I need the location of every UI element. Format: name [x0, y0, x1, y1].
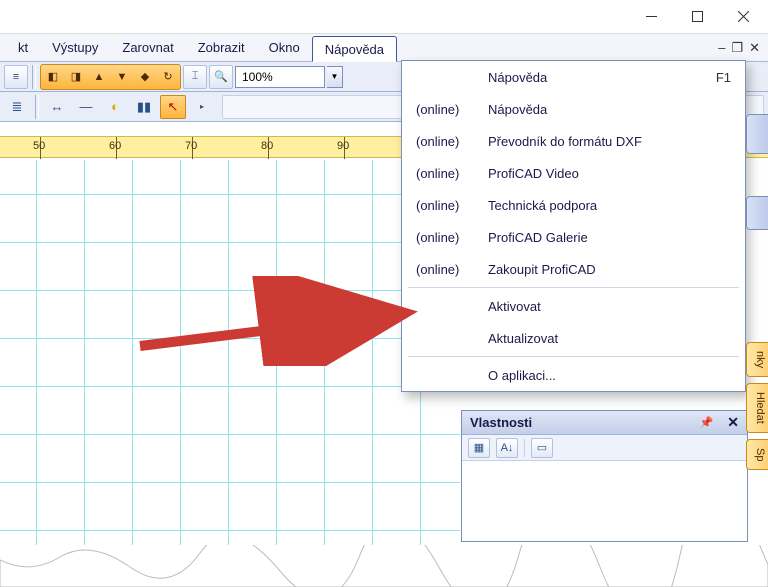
zoom-fit-icon[interactable]: 🔍 — [209, 65, 233, 89]
tool-pointer-icon[interactable]: ↖ — [160, 95, 186, 119]
menu-label: Aktualizovat — [488, 331, 558, 346]
properties-panel: Vlastnosti 📌 ✕ ▦ A↓ ▭ — [461, 410, 748, 542]
mirror2-icon[interactable]: ▼ — [111, 66, 133, 88]
mdi-controls: – ❐ ✕ — [718, 34, 768, 61]
shortcut-label: F1 — [716, 70, 731, 85]
flip-group: ◧ ◨ ▲ ▼ ◆ ↻ — [40, 64, 181, 90]
help-dropdown: Nápověda F1 (online) Nápověda (online) P… — [401, 60, 746, 392]
menu-label: Nápověda — [488, 70, 547, 85]
divider — [35, 95, 39, 119]
panel-close-icon[interactable]: ✕ — [727, 414, 739, 431]
help-item-video[interactable]: (online) ProfiCAD Video — [402, 157, 745, 189]
help-item-update[interactable]: Aktualizovat — [402, 322, 745, 354]
side-tab-search[interactable]: Hledat — [746, 383, 768, 433]
help-item-buy[interactable]: (online) Zakoupit ProfiCAD — [402, 253, 745, 285]
zoom-input[interactable]: 100% — [235, 66, 325, 88]
panel-title: Vlastnosti — [470, 415, 532, 430]
divider — [32, 65, 36, 89]
menubar: kt Výstupy Zarovnat Zobrazit Okno Nápově… — [0, 34, 768, 62]
help-item-support[interactable]: (online) Technická podpora — [402, 189, 745, 221]
menu-align[interactable]: Zarovnat — [110, 34, 185, 61]
menu-project[interactable]: kt — [6, 34, 40, 61]
props-sort-icon[interactable]: A↓ — [496, 438, 518, 458]
menu-label: Aktivovat — [488, 299, 541, 314]
mdi-close-icon[interactable]: ✕ — [749, 40, 760, 56]
crop-icon[interactable]: ⌶ — [183, 65, 207, 89]
help-item-about[interactable]: O aplikaci... — [402, 359, 745, 391]
tool-button[interactable]: ≡ — [4, 65, 28, 89]
tool-dim-icon[interactable]: ↔ — [44, 95, 70, 119]
window-titlebar — [0, 0, 768, 34]
menu-label: Nápověda — [488, 102, 547, 117]
side-tab-links[interactable]: nky — [746, 342, 768, 377]
properties-header[interactable]: Vlastnosti 📌 ✕ — [462, 411, 747, 435]
menu-label: Převodník do formátu DXF — [488, 134, 642, 149]
help-item-help[interactable]: Nápověda F1 — [402, 61, 745, 93]
mirror-icon[interactable]: ▲ — [88, 66, 110, 88]
side-tabs: nky Hledat Sp — [746, 78, 768, 470]
minimize-button[interactable] — [628, 2, 674, 32]
help-item-activate[interactable]: Aktivovat — [402, 290, 745, 322]
menu-label: ProfiCAD Video — [488, 166, 579, 181]
zoom-dropdown-icon[interactable]: ▼ — [327, 66, 343, 88]
properties-body — [462, 461, 747, 541]
torn-edge — [0, 545, 768, 587]
properties-toolbar: ▦ A↓ ▭ — [462, 435, 747, 461]
maximize-button[interactable] — [674, 2, 720, 32]
tool-led-icon[interactable]: ◐ — [102, 95, 128, 119]
ruler-tick-label: 90 — [337, 140, 349, 152]
rotate-icon[interactable]: ↻ — [157, 66, 179, 88]
menu-help[interactable]: Nápověda — [312, 36, 397, 62]
tool-barcode-icon[interactable]: ▮▮ — [131, 95, 157, 119]
menu-label: Zakoupit ProfiCAD — [488, 262, 596, 277]
ruler-tick-label: 80 — [261, 140, 273, 152]
menu-separator — [408, 356, 739, 357]
menu-view[interactable]: Zobrazit — [186, 34, 257, 61]
tool-a[interactable]: ≣ — [4, 95, 30, 119]
side-tab-a[interactable] — [746, 114, 768, 154]
menu-outputs[interactable]: Výstupy — [40, 34, 110, 61]
menu-label: Technická podpora — [488, 198, 597, 213]
side-tab-sp[interactable]: Sp — [746, 439, 768, 470]
flip-v-icon[interactable]: ◨ — [65, 66, 87, 88]
menu-label: O aplikaci... — [488, 368, 556, 383]
menu-separator — [408, 287, 739, 288]
ruler-tick-label: 60 — [109, 140, 121, 152]
props-pages-icon[interactable]: ▭ — [531, 438, 553, 458]
mdi-restore-icon[interactable]: ❐ — [731, 40, 743, 56]
mdi-minimize-icon[interactable]: – — [718, 40, 725, 55]
flip-both-icon[interactable]: ◆ — [134, 66, 156, 88]
menu-label: ProfiCAD Galerie — [488, 230, 588, 245]
help-item-dxf[interactable]: (online) Převodník do formátu DXF — [402, 125, 745, 157]
help-item-online-help[interactable]: (online) Nápověda — [402, 93, 745, 125]
tool-line-icon[interactable]: — — [73, 95, 99, 119]
flip-h-icon[interactable]: ◧ — [42, 66, 64, 88]
props-categorize-icon[interactable]: ▦ — [468, 438, 490, 458]
drawing-canvas[interactable] — [0, 160, 460, 587]
close-button[interactable] — [720, 2, 766, 32]
pin-icon[interactable]: 📌 — [700, 416, 714, 429]
help-item-gallery[interactable]: (online) ProfiCAD Galerie — [402, 221, 745, 253]
tool-more-icon[interactable]: ▸ — [189, 95, 215, 119]
ruler-tick-label: 50 — [33, 140, 45, 152]
side-tab-b[interactable] — [746, 196, 768, 230]
menu-window[interactable]: Okno — [257, 34, 312, 61]
ruler-tick-label: 70 — [185, 140, 197, 152]
